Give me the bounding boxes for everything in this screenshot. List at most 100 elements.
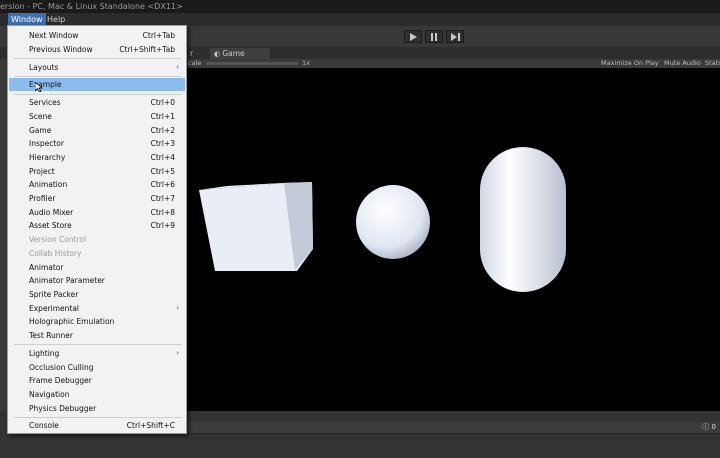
pause-icon xyxy=(431,32,437,41)
window-title-bar: ersion - PC, Mac & Linux Standalone <DX1… xyxy=(0,0,720,13)
play-icon xyxy=(410,32,417,41)
menu-item-inspector[interactable]: Inspector Ctrl+3 xyxy=(9,137,185,150)
menu-item-label: Lighting xyxy=(29,348,60,358)
menu-item-label: Asset Store xyxy=(29,221,72,231)
menu-item-shortcut: Ctrl+Shift+Tab xyxy=(119,44,175,54)
tab-game[interactable]: ◐ Game xyxy=(210,48,270,59)
game-viewport xyxy=(187,68,720,411)
menu-item-label: Audio Mixer xyxy=(29,207,74,217)
menu-item-label: Experimental xyxy=(29,303,80,313)
menu-separator xyxy=(14,75,182,77)
menu-item-lighting[interactable]: Lighting › xyxy=(9,347,185,360)
menu-item-shortcut: Ctrl+0 xyxy=(150,98,175,108)
menu-item-label: Animator Parameter xyxy=(29,276,105,286)
menu-item-frame-debugger[interactable]: Frame Debugger xyxy=(9,374,185,387)
scene-render xyxy=(199,147,566,292)
menu-separator xyxy=(14,416,182,418)
menu-item-label: Inspector xyxy=(29,139,64,149)
menu-item-label: Version Control xyxy=(29,235,87,245)
menu-item-sprite-packer[interactable]: Sprite Packer xyxy=(9,288,185,301)
menu-item-holographic-emulation[interactable]: Holographic Emulation xyxy=(9,315,185,328)
menu-item-example[interactable]: Example xyxy=(9,78,185,93)
menu-item-label: Profiler xyxy=(29,194,56,203)
menu-item-shortcut: Ctrl+5 xyxy=(150,166,175,176)
step-button[interactable] xyxy=(446,30,464,43)
menu-item-label: Occlusion Culling xyxy=(29,362,94,372)
menu-item-shortcut: Ctrl+3 xyxy=(150,139,175,149)
menu-item-label: Animator xyxy=(29,262,64,272)
menu-item-label: Project xyxy=(29,166,55,176)
scale-label: cale xyxy=(188,59,202,67)
menu-item-label: Physics Debugger xyxy=(29,403,97,413)
menu-item-label: Test Runner xyxy=(29,331,73,340)
menu-item-label: Navigation xyxy=(29,389,70,399)
menu-item-shortcut: Ctrl+Shift+C xyxy=(126,421,175,431)
menu-item-occlusion-culling[interactable]: Occlusion Culling xyxy=(9,361,185,374)
sphere-object xyxy=(356,185,430,259)
menu-item-label: Layouts xyxy=(29,62,59,72)
submenu-arrow-icon: › xyxy=(176,303,179,312)
window-menu-dropdown: Next Window Ctrl+Tab Previous Window Ctrl+S… xyxy=(7,25,187,434)
menu-item-label: Console xyxy=(29,421,59,431)
menu-item-label: Animation xyxy=(29,180,68,190)
menu-item-console[interactable]: Console Ctrl+Shift+C xyxy=(9,419,185,432)
submenu-arrow-icon: › xyxy=(176,62,179,71)
menu-item-label: Game xyxy=(29,125,52,135)
window-title: ersion - PC, Mac & Linux Standalone <DX1… xyxy=(0,2,183,11)
submenu-arrow-icon: › xyxy=(176,348,179,357)
play-button[interactable] xyxy=(404,30,422,43)
menu-item-shortcut: Ctrl+4 xyxy=(150,152,175,162)
scale-value: 1x xyxy=(302,59,310,67)
menu-separator xyxy=(14,344,182,346)
menu-item-hierarchy[interactable]: Hierarchy Ctrl+4 xyxy=(9,151,185,164)
menu-item-shortcut: Ctrl+7 xyxy=(150,194,175,203)
stats-toggle[interactable]: Stats xyxy=(705,59,720,68)
menu-item-previous-window[interactable]: Previous Window Ctrl+Shift+Tab xyxy=(9,43,185,56)
menu-item-next-window[interactable]: Next Window Ctrl+Tab xyxy=(9,29,185,42)
menu-item-physics-debugger[interactable]: Physics Debugger xyxy=(9,402,185,415)
scale-slider[interactable] xyxy=(206,62,298,65)
menu-item-services[interactable]: Services Ctrl+0 xyxy=(9,96,185,109)
menu-item-layouts[interactable]: Layouts › xyxy=(9,61,185,74)
menu-item-label: Previous Window xyxy=(29,44,93,54)
menu-item-label: Holographic Emulation xyxy=(29,317,115,327)
menu-item-shortcut: Ctrl+2 xyxy=(150,125,175,135)
menu-item-label: Scene xyxy=(29,111,52,121)
menu-item-animator[interactable]: Animator xyxy=(9,261,185,274)
tab-game-label: Game xyxy=(222,49,245,58)
menu-item-animation[interactable]: Animation Ctrl+6 xyxy=(9,178,185,191)
mouse-cursor-icon xyxy=(35,82,43,93)
mute-audio-toggle[interactable]: Mute Audio xyxy=(664,59,701,68)
menu-item-profiler[interactable]: Profiler Ctrl+7 xyxy=(9,192,185,205)
menu-item-shortcut: Ctrl+6 xyxy=(150,180,175,190)
menu-item-audio-mixer[interactable]: Audio Mixer Ctrl+8 xyxy=(9,206,185,219)
step-icon xyxy=(450,32,460,41)
menu-item-navigation[interactable]: Navigation xyxy=(9,388,185,401)
menu-item-label: Services xyxy=(29,98,61,108)
capsule-object xyxy=(480,147,566,292)
pause-button[interactable] xyxy=(425,30,443,43)
menu-item-collab-history: Collab History xyxy=(9,247,185,260)
menu-item-game[interactable]: Game Ctrl+2 xyxy=(9,124,185,137)
maximize-on-play-toggle[interactable]: Maximize On Play xyxy=(601,59,659,68)
menu-item-label: Next Window xyxy=(29,31,79,40)
menu-item-shortcut: Ctrl+9 xyxy=(150,221,175,231)
menu-item-label: Sprite Packer xyxy=(29,289,79,299)
console-count-value: 0 xyxy=(711,423,716,431)
menu-item-label: Example xyxy=(29,80,62,90)
console-toolbar: ⓘ 0 xyxy=(187,422,720,434)
menu-item-experimental[interactable]: Experimental › xyxy=(9,302,185,315)
menu-item-label: Collab History xyxy=(29,248,82,258)
menu-item-shortcut: Ctrl+Tab xyxy=(142,31,175,40)
menu-item-version-control: Version Control xyxy=(9,233,185,246)
menu-item-animator-parameter[interactable]: Animator Parameter xyxy=(9,274,185,287)
menu-item-label: Frame Debugger xyxy=(29,376,92,386)
menu-item-test-runner[interactable]: Test Runner xyxy=(9,329,185,342)
menu-item-project[interactable]: Project Ctrl+5 xyxy=(9,165,185,178)
tab-scene[interactable]: r xyxy=(186,48,210,59)
menu-separator xyxy=(14,93,182,95)
menu-item-label: Hierarchy xyxy=(29,152,66,162)
menu-item-asset-store[interactable]: Asset Store Ctrl+9 xyxy=(9,219,185,232)
menu-item-scene[interactable]: Scene Ctrl+1 xyxy=(9,110,185,123)
console-count: ⓘ 0 xyxy=(702,422,716,433)
